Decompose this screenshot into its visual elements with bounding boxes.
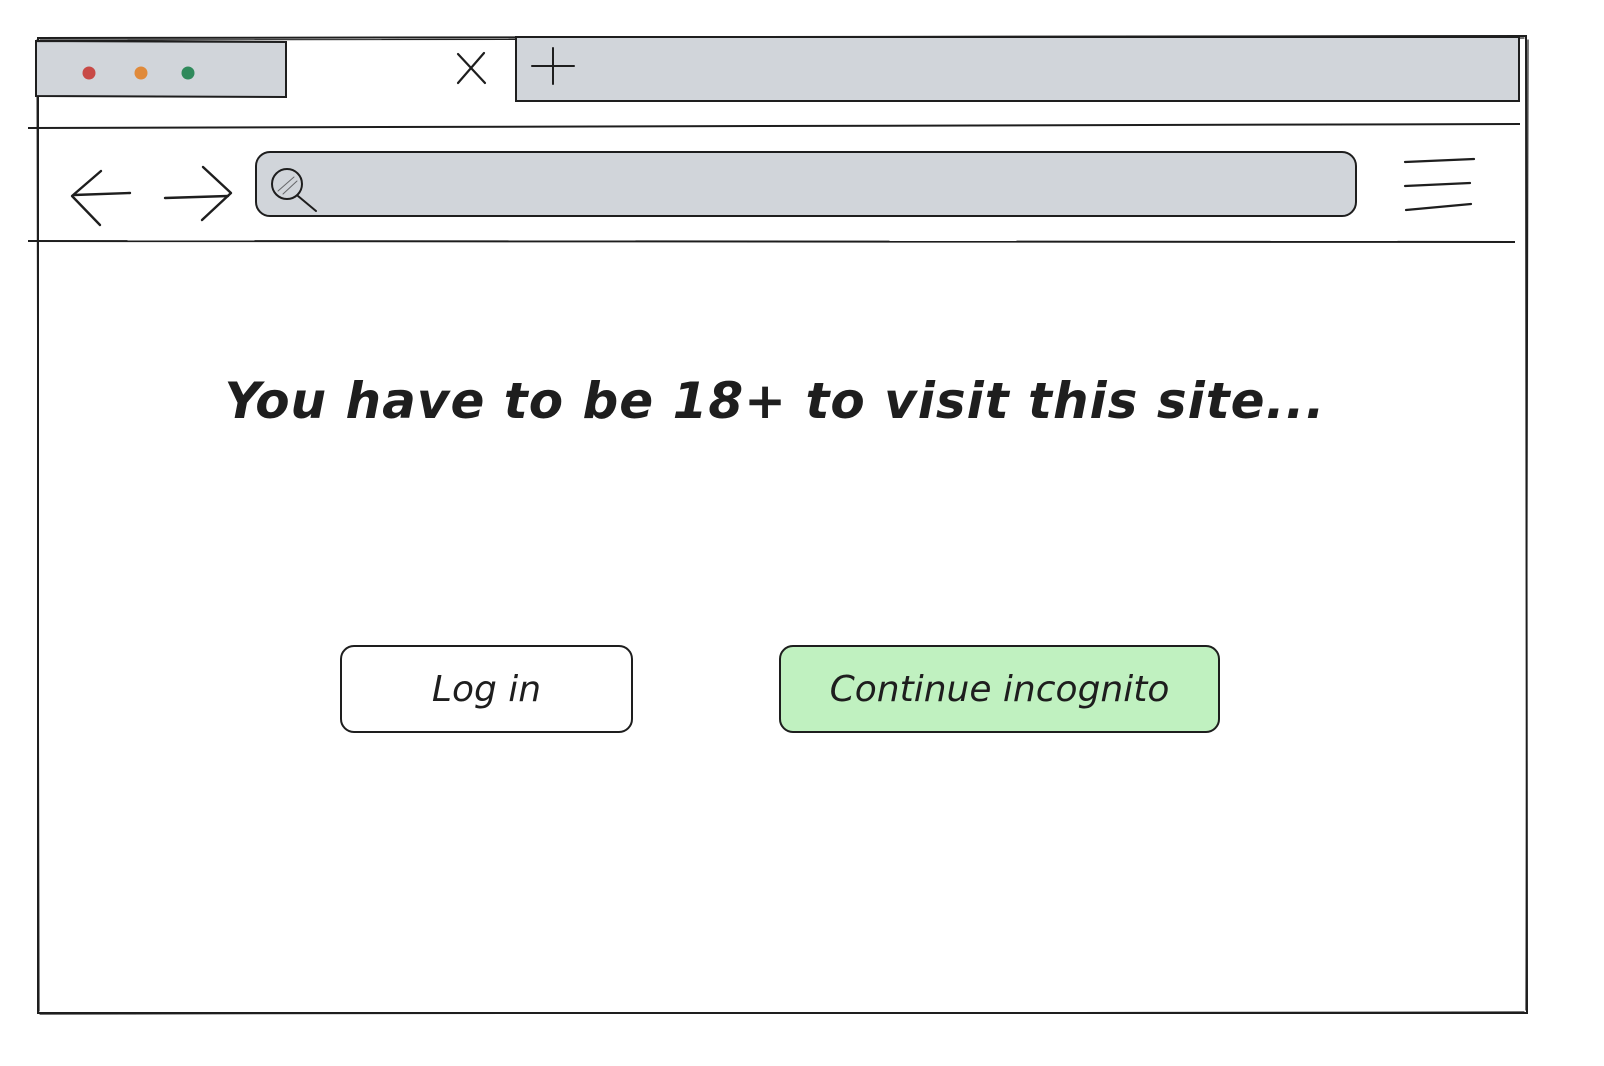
tab-close-button[interactable] (448, 44, 496, 92)
toolbar-content-divider (27, 240, 1516, 243)
address-input[interactable] (326, 158, 1350, 212)
browser-wireframe: You have to be 18+ to visit this site...… (0, 0, 1604, 1066)
window-close-dot (82, 66, 96, 80)
window-minimize-dot (134, 66, 148, 80)
login-button-label: Log in (431, 668, 542, 710)
login-button[interactable]: Log in (340, 645, 633, 733)
back-button[interactable] (62, 162, 142, 232)
forward-button[interactable] (158, 160, 238, 230)
continue-incognito-button[interactable]: Continue incognito (779, 645, 1220, 733)
continue-incognito-button-label: Continue incognito (829, 668, 1170, 710)
new-tab-button[interactable] (526, 42, 580, 94)
age-gate-headline: You have to be 18+ to visit this site... (224, 372, 1326, 430)
tab-strip-left (35, 39, 287, 99)
tab-strip-right (515, 36, 1520, 102)
window-maximize-dot (181, 66, 195, 80)
tab-toolbar-divider (27, 123, 1521, 129)
menu-button[interactable] (1396, 148, 1484, 220)
